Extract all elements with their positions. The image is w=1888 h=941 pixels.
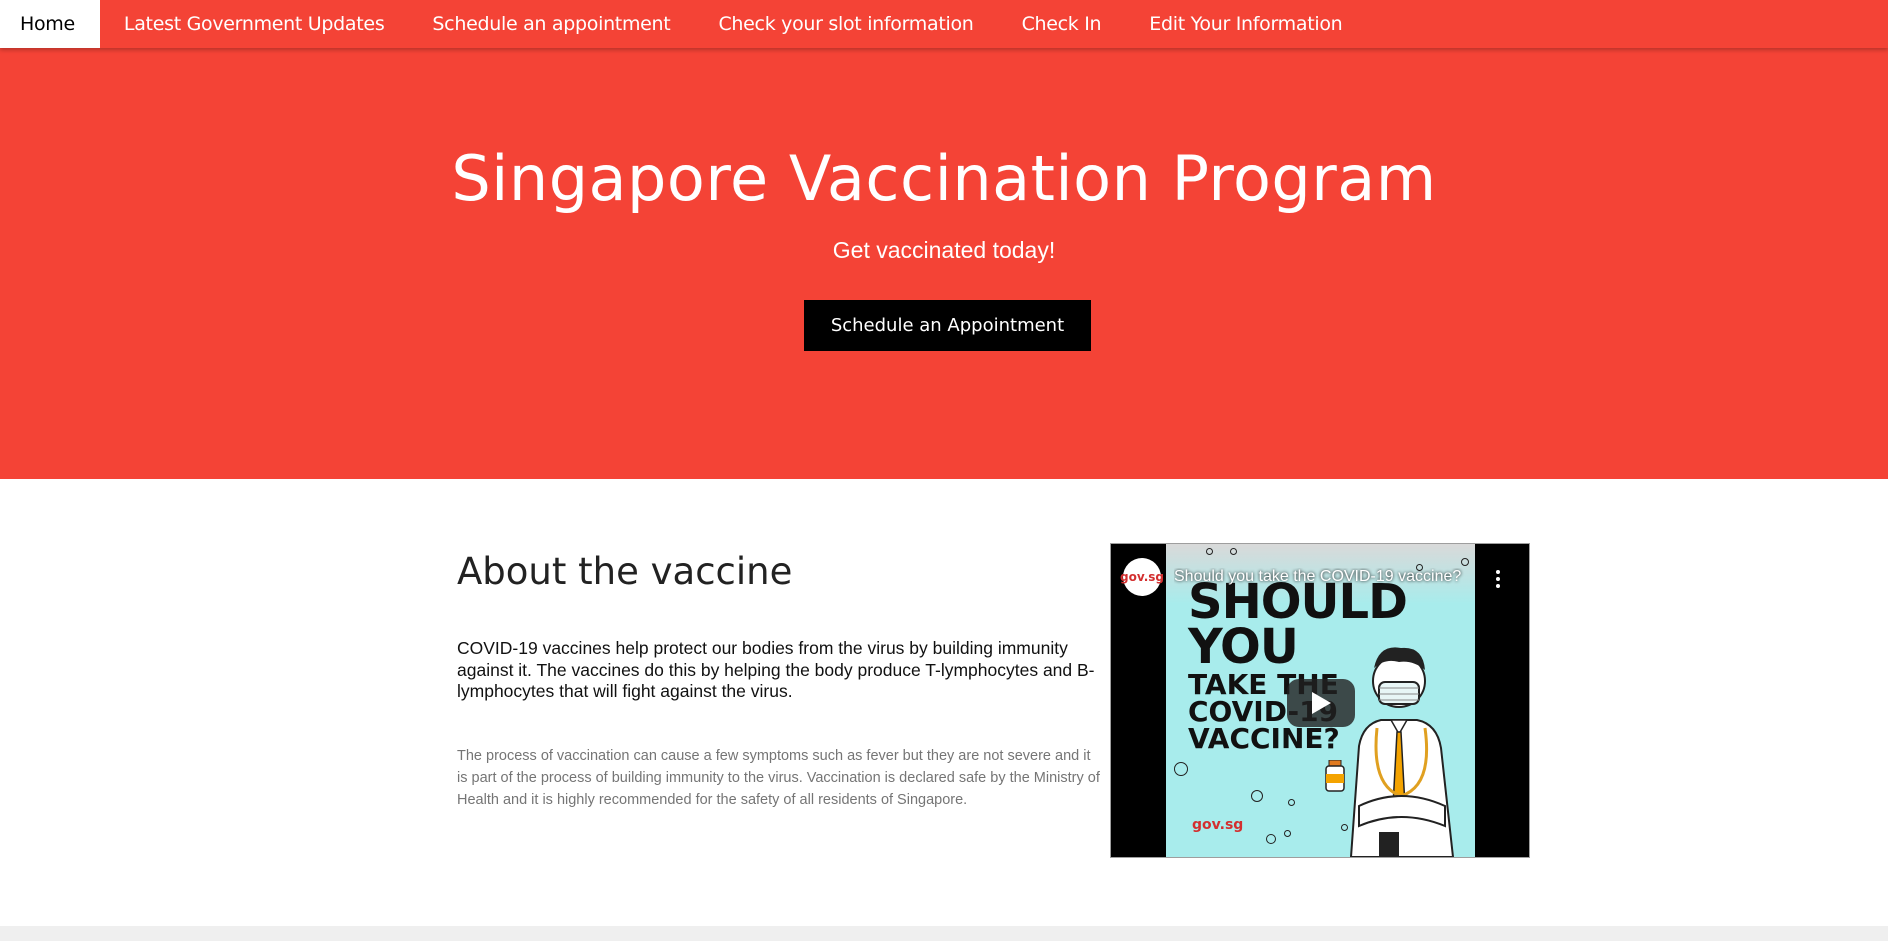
nav-edit-information[interactable]: Edit Your Information bbox=[1125, 0, 1366, 48]
top-navbar: Home Latest Government Updates Schedule … bbox=[0, 0, 1888, 48]
hero-subtitle: Get vaccinated today! bbox=[832, 237, 1056, 263]
hero-title: Singapore Vaccination Program bbox=[451, 142, 1437, 215]
schedule-appointment-button[interactable]: Schedule an Appointment bbox=[804, 300, 1091, 351]
bubble-decoration bbox=[1174, 762, 1188, 776]
channel-logo[interactable]: gov.sg bbox=[1120, 558, 1164, 596]
bubble-decoration bbox=[1284, 830, 1291, 837]
bubble-decoration bbox=[1461, 558, 1469, 566]
nav-home[interactable]: Home bbox=[0, 0, 100, 48]
about-paragraph-secondary: The process of vaccination can cause a f… bbox=[457, 748, 1100, 808]
bubble-decoration bbox=[1251, 790, 1263, 802]
nav-check-in[interactable]: Check In bbox=[998, 0, 1126, 48]
nav-check-slot-information[interactable]: Check your slot information bbox=[694, 0, 997, 48]
hero-section: Singapore Vaccination Program Get vaccin… bbox=[0, 48, 1888, 479]
about-title: About the vaccine bbox=[457, 550, 793, 593]
about-paragraph-main: COVID-19 vaccines help protect our bodie… bbox=[457, 638, 1095, 701]
nav-schedule-appointment[interactable]: Schedule an appointment bbox=[408, 0, 694, 48]
thumbnail-text-line2: YOU bbox=[1188, 619, 1299, 675]
footer-strip bbox=[0, 926, 1888, 941]
nav-latest-government-updates[interactable]: Latest Government Updates bbox=[100, 0, 409, 48]
video-title[interactable]: Should you take the COVID-19 vaccine? bbox=[1174, 568, 1474, 586]
bubble-decoration bbox=[1230, 548, 1237, 555]
bubble-decoration bbox=[1341, 824, 1348, 831]
thumbnail-text-line5: VACCINE? bbox=[1188, 722, 1340, 755]
play-button[interactable] bbox=[1287, 679, 1355, 727]
govsg-watermark-logo: gov.sg bbox=[1192, 817, 1244, 833]
bubble-decoration bbox=[1288, 799, 1295, 806]
vaccine-vial-icon bbox=[1325, 760, 1345, 792]
bubble-decoration bbox=[1206, 548, 1213, 555]
play-icon bbox=[1312, 692, 1331, 714]
bubble-decoration bbox=[1266, 834, 1276, 844]
more-vert-icon[interactable] bbox=[1489, 568, 1507, 590]
video-embed[interactable]: SHOULD YOU TAKE THE COVID-19 VACCINE? go… bbox=[1110, 543, 1530, 858]
doctor-illustration-icon bbox=[1349, 647, 1455, 857]
